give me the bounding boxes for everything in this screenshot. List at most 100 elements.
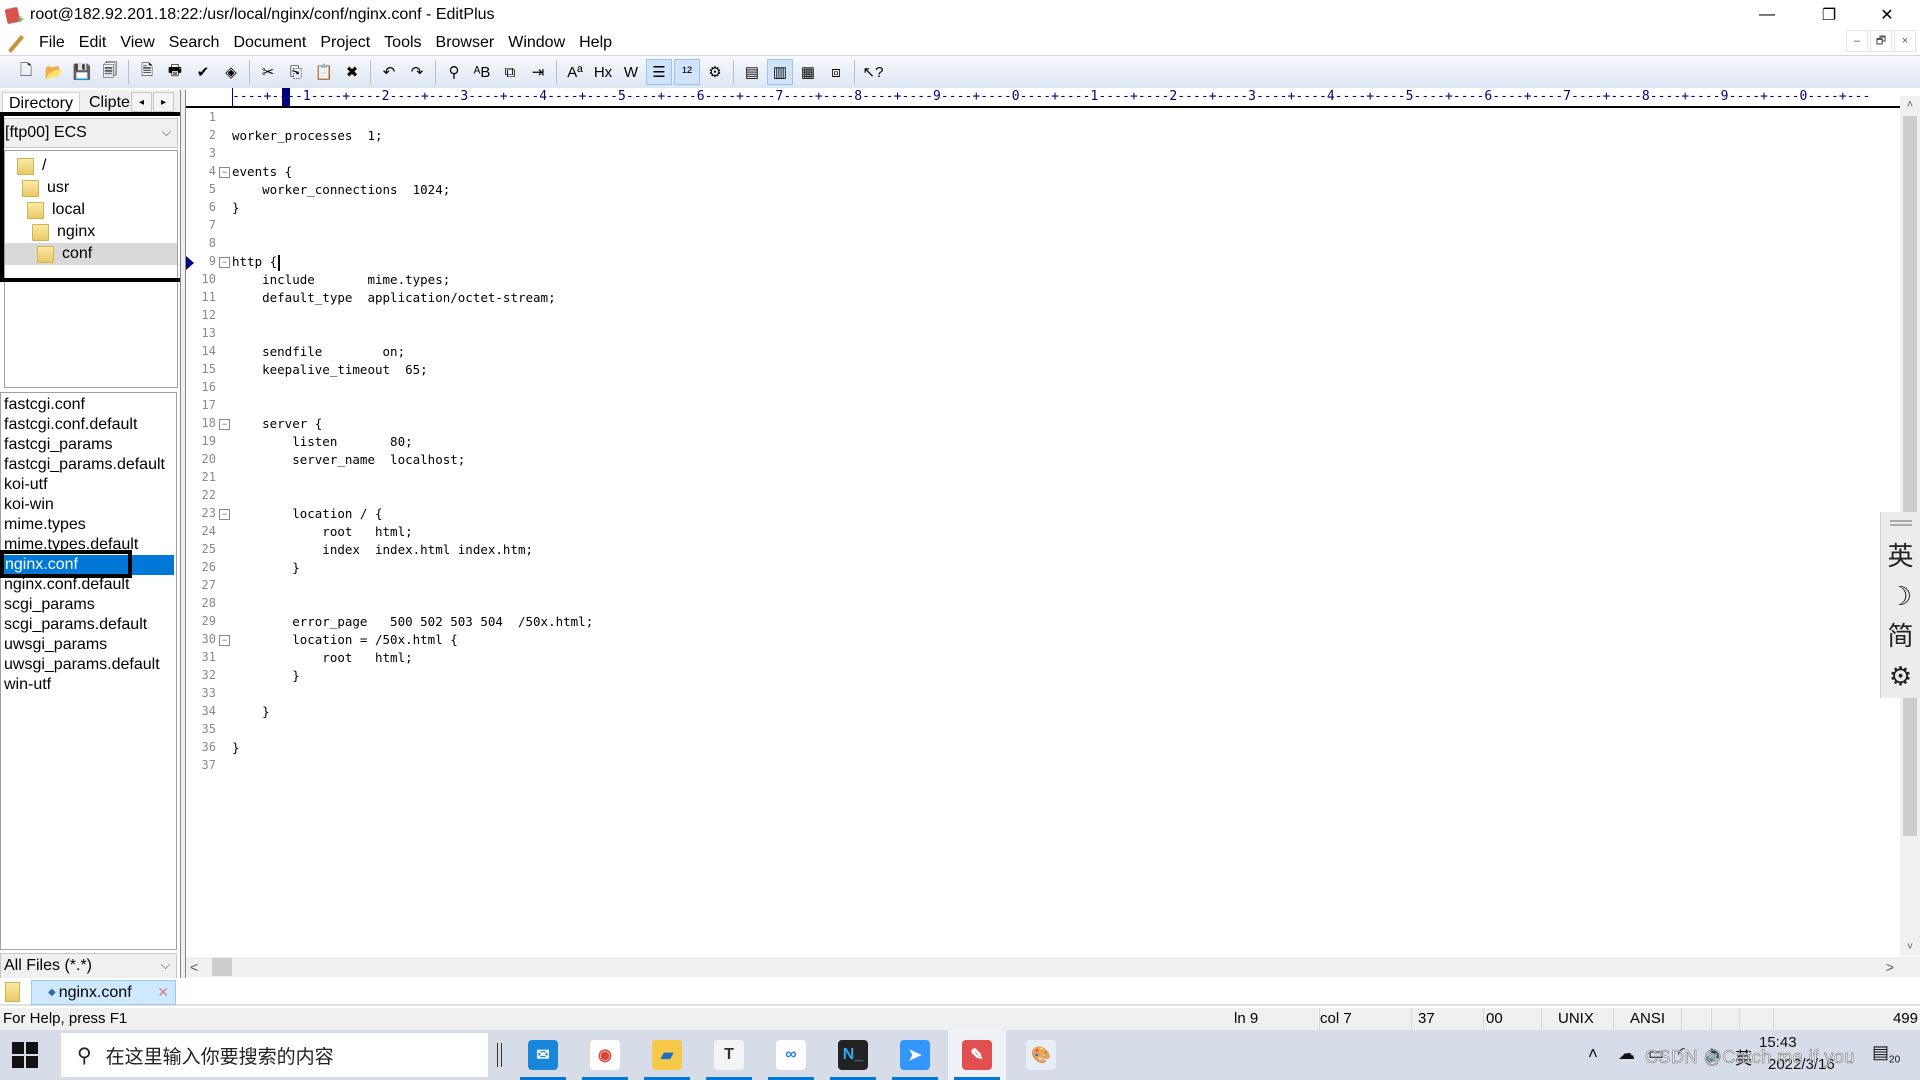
fold-toggle-icon[interactable]: − <box>219 635 230 646</box>
file-list-item[interactable]: uwsgi_params <box>4 635 176 655</box>
open-file-button[interactable]: 📂 <box>41 59 67 85</box>
fold-toggle-icon[interactable]: − <box>219 167 230 178</box>
folder-icon[interactable] <box>5 982 20 1002</box>
scroll-up-button[interactable]: ˄ <box>1900 96 1920 114</box>
file-list-item[interactable]: scgi_params.default <box>4 615 176 635</box>
moon-icon[interactable]: ☽ <box>1889 576 1912 616</box>
file-list-item[interactable]: nginx.conf.default <box>4 575 176 595</box>
find-button[interactable]: ⚲ <box>441 59 467 85</box>
ruler-button[interactable]: ¹² <box>674 59 700 85</box>
horizontal-scroll-thumb[interactable] <box>212 958 232 976</box>
user-tools-button[interactable]: ⧈ <box>823 59 849 85</box>
notification-icon: ▤ <box>1872 1042 1890 1062</box>
file-list-item[interactable]: fastcgi.conf.default <box>4 415 176 435</box>
delete-button[interactable]: ✖ <box>339 59 365 85</box>
menu-search[interactable]: Search <box>162 34 227 52</box>
menu-project[interactable]: Project <box>313 34 377 52</box>
menu-window[interactable]: Window <box>501 34 572 52</box>
menu-tools[interactable]: Tools <box>377 34 428 52</box>
paste-button[interactable]: 📋 <box>311 59 337 85</box>
file-filter-select[interactable]: All Files (*.*) ⌵ <box>0 953 177 979</box>
file-modified-icon: ◆ <box>48 987 56 998</box>
view-in-browser-button[interactable]: ◈ <box>218 59 244 85</box>
code-line: } <box>232 740 240 755</box>
goto-line-button[interactable]: ⇥ <box>525 59 551 85</box>
copy-button[interactable]: ⎘ <box>283 59 309 85</box>
tab-scroll-left-button[interactable]: ◂ <box>131 92 152 112</box>
file-list-item[interactable]: scgi_params <box>4 595 176 615</box>
restore-button[interactable]: ❐ <box>1800 0 1858 30</box>
notification-center-button[interactable]: ▤20 <box>1872 1042 1900 1066</box>
file-list-item[interactable]: mime.types <box>4 515 176 535</box>
file-list-item[interactable]: fastcgi_params.default <box>4 455 176 475</box>
ime-english-toggle[interactable]: 英 <box>1887 536 1913 576</box>
arrow-left-icon: ◂ <box>138 96 145 108</box>
doc-restore-button[interactable]: 🗗 <box>1870 30 1892 52</box>
toolbar-separator <box>556 60 557 84</box>
tab-scroll-right-button[interactable]: ▸ <box>153 92 174 112</box>
doc-tab-nginx-conf[interactable]: ◆ nginx.conf ✕ <box>31 980 176 1005</box>
minimize-icon: – <box>1853 35 1861 47</box>
menu-browser[interactable]: Browser <box>429 34 502 52</box>
toolbar-separator <box>435 60 436 84</box>
file-list-item[interactable]: koi-utf <box>4 475 176 495</box>
close-tab-icon[interactable]: ✕ <box>157 984 169 1001</box>
output-window-icon: ▥ <box>772 64 788 81</box>
menu-view[interactable]: View <box>113 34 161 52</box>
scroll-left-button[interactable]: < <box>190 957 198 977</box>
new-file-button[interactable]: 🗋 <box>13 59 39 85</box>
menu-document[interactable]: Document <box>226 34 313 52</box>
menu-help[interactable]: Help <box>572 34 619 52</box>
ime-simplified-toggle[interactable]: 简 <box>1887 616 1913 656</box>
print-preview-button[interactable]: 🗎 <box>134 59 160 85</box>
save-all-button[interactable]: 🗐 <box>97 59 123 85</box>
menu-file[interactable]: File <box>32 34 72 52</box>
close-button[interactable]: ✕ <box>1858 0 1916 30</box>
scroll-down-button[interactable]: ˅ <box>1900 938 1920 956</box>
file-list-item[interactable]: win-utf <box>4 675 176 695</box>
file-list-item[interactable]: uwsgi_params.default <box>4 655 176 675</box>
word-wrap-button[interactable]: W <box>618 59 644 85</box>
network-error-icon[interactable]: ☁ <box>1618 1044 1635 1064</box>
file-list-item[interactable]: fastcgi.conf <box>4 395 176 415</box>
doc-close-button[interactable]: × <box>1894 30 1916 52</box>
save-button[interactable]: 💾 <box>69 59 95 85</box>
drag-handle[interactable] <box>1889 520 1912 526</box>
tab-cliptext[interactable]: Clipte <box>83 92 138 113</box>
redo-button[interactable]: ↷ <box>404 59 430 85</box>
replace-button[interactable]: ᴬB <box>469 59 495 85</box>
output-window-button[interactable]: ▥ <box>767 59 793 85</box>
spell-check-button[interactable]: ✔ <box>190 59 216 85</box>
code-editor[interactable]: 1 2 worker_processes 1; 3 4− events {5 worker… <box>186 108 1900 956</box>
file-list-item[interactable]: koi-win <box>4 495 176 515</box>
tab-directory[interactable]: Directory <box>2 92 81 113</box>
status-empty-3 <box>1740 1008 1774 1030</box>
print-button[interactable]: 🖶 <box>162 59 188 85</box>
font-button[interactable]: Aª <box>562 59 588 85</box>
hex-viewer-button[interactable]: Hx <box>590 59 616 85</box>
file-list-item[interactable]: fastcgi_params <box>4 435 176 455</box>
ruler-cursor-mark <box>282 88 290 106</box>
preferences-button[interactable]: ⚙ <box>702 59 728 85</box>
scroll-right-button[interactable]: > <box>1886 957 1894 977</box>
fold-toggle-icon[interactable]: − <box>219 509 230 520</box>
chevron-up-icon[interactable]: ˄ <box>1588 1044 1598 1064</box>
line-numbers-button[interactable]: ☰ <box>646 59 672 85</box>
line-number: 29 <box>201 614 216 628</box>
vertical-scroll-thumb[interactable] <box>1903 116 1917 836</box>
directory-window-button[interactable]: ▤ <box>739 59 765 85</box>
help-pointer-button[interactable]: ↖? <box>860 59 886 85</box>
cliptext-window-button[interactable]: ▦ <box>795 59 821 85</box>
find-in-files-button[interactable]: ⧉ <box>497 59 523 85</box>
fold-toggle-icon[interactable]: − <box>219 419 230 430</box>
doc-minimize-button[interactable]: – <box>1846 30 1868 52</box>
status-bar: For Help, press F1 ln 9 col 7 37 00 UNIX… <box>0 1008 1920 1030</box>
minimize-button[interactable]: — <box>1738 0 1796 30</box>
horizontal-scrollbar[interactable]: < > <box>186 957 1920 977</box>
cut-button[interactable]: ✂ <box>255 59 281 85</box>
gear-icon[interactable]: ⚙ <box>1889 656 1912 696</box>
menu-edit[interactable]: Edit <box>72 34 114 52</box>
save-icon: 💾 <box>72 64 92 81</box>
undo-button[interactable]: ↶ <box>376 59 402 85</box>
fold-toggle-icon[interactable]: − <box>219 257 230 268</box>
